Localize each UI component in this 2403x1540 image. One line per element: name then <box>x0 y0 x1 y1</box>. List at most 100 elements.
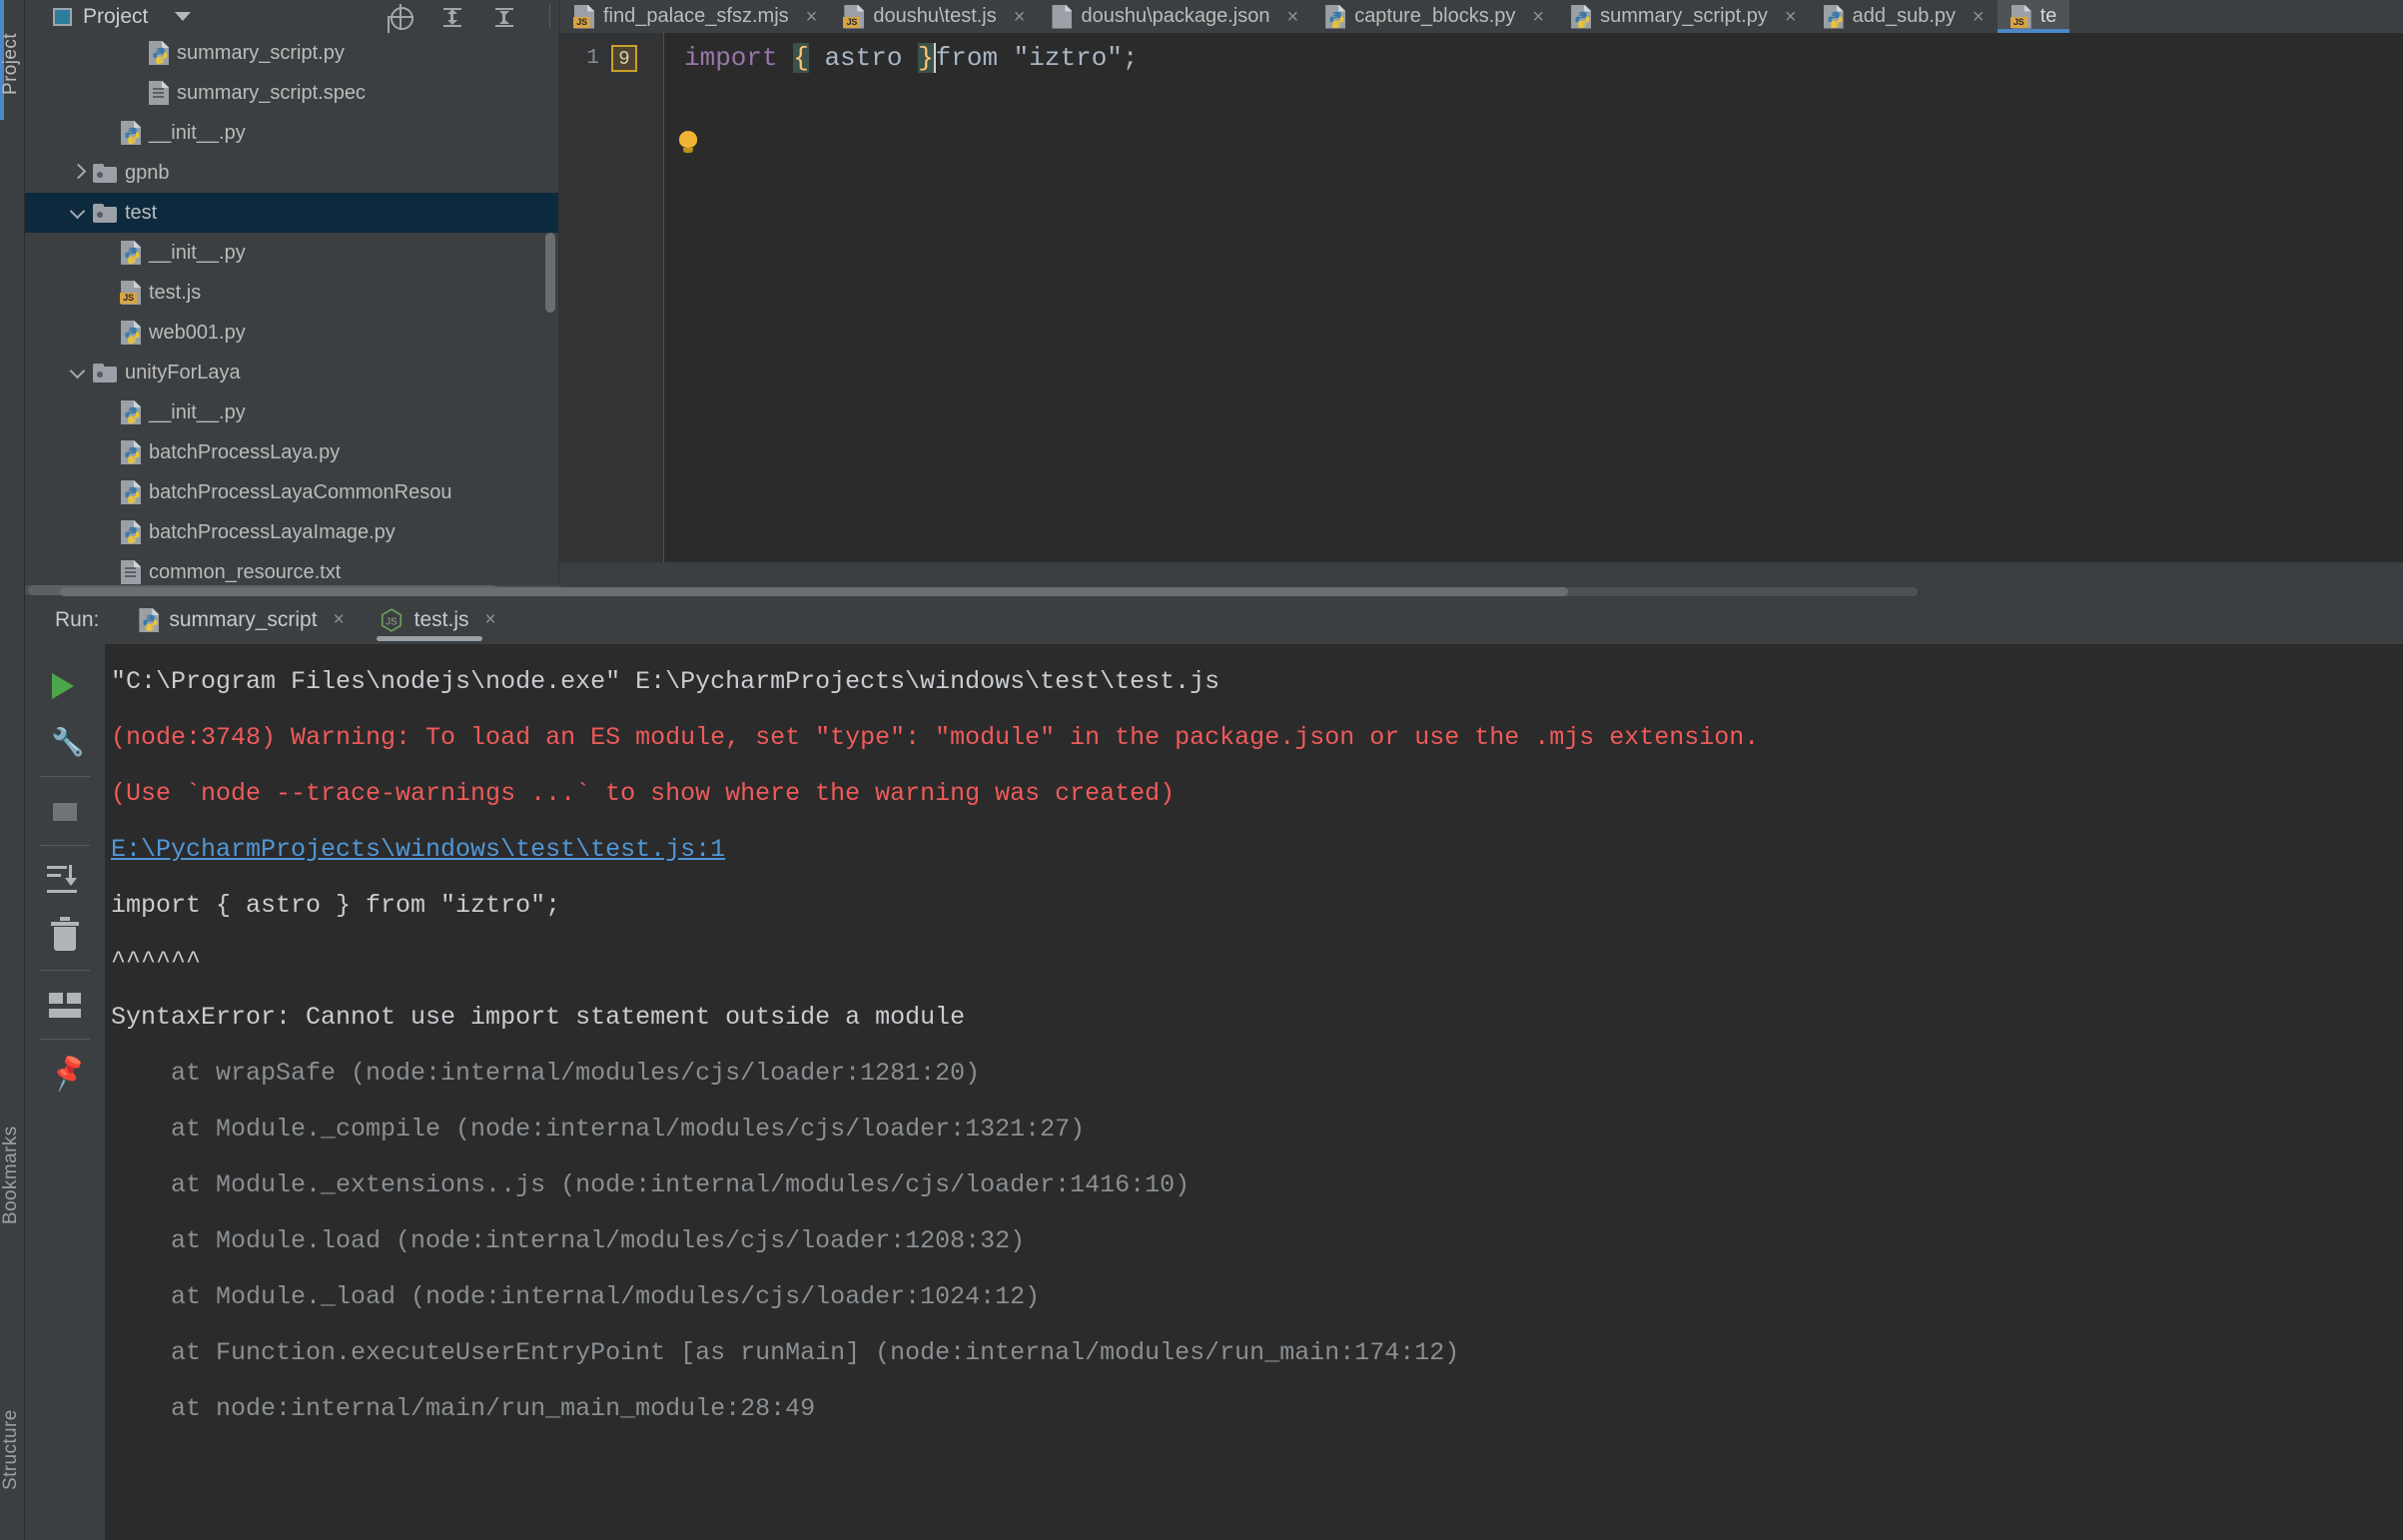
editor-tab-3[interactable]: capture_blocks.py × <box>1311 0 1557 33</box>
wrench-icon[interactable]: 🔧 <box>39 714 91 770</box>
chevron-down-icon[interactable] <box>67 362 89 384</box>
editor-tab-label: doushu\package.json <box>1081 5 1269 28</box>
tree-vertical-scrollbar[interactable] <box>545 233 555 313</box>
python-glyph <box>124 446 141 463</box>
expand-all-icon[interactable] <box>439 4 465 30</box>
close-icon[interactable]: × <box>806 7 818 27</box>
tree-row-label: batchProcessLayaCommonResou <box>149 482 452 502</box>
collapse-all-icon[interactable] <box>491 4 517 30</box>
python-file-icon <box>121 321 141 345</box>
close-icon[interactable]: × <box>485 609 496 631</box>
python-file-icon <box>121 400 141 424</box>
tree-row[interactable]: test <box>25 193 558 233</box>
project-window-icon <box>53 8 72 26</box>
stop-icon[interactable] <box>39 783 91 839</box>
editor-tab-0[interactable]: JS find_palace_sfsz.mjs × <box>560 0 830 33</box>
file-fold-shape <box>162 81 169 88</box>
tree-row[interactable]: __init__.py <box>25 113 558 153</box>
rerun-icon[interactable] <box>39 658 91 714</box>
tree-row-label: __init__.py <box>149 243 246 263</box>
tree-row[interactable]: JStest.js <box>25 273 558 313</box>
tree-row[interactable]: __init__.py <box>25 233 558 273</box>
tree-row[interactable]: __init__.py <box>25 392 558 432</box>
tree-row[interactable]: summary_script.spec <box>25 73 558 113</box>
run-tab-1[interactable]: JStest.js× <box>375 596 500 644</box>
run-tab-label: summary_script <box>169 608 317 632</box>
folder-icon <box>93 164 117 183</box>
console-line: at Module._load (node:internal/modules/c… <box>111 1269 2403 1325</box>
tree-row-label: batchProcessLaya.py <box>149 442 340 462</box>
chevron-down-icon[interactable] <box>67 202 89 224</box>
console-line: ^^^^^^ <box>111 934 2403 990</box>
editor-tab-5[interactable]: add_sub.py × <box>1810 0 1998 33</box>
chevron-right-icon[interactable] <box>67 162 89 184</box>
close-icon[interactable]: × <box>1014 7 1026 27</box>
tree-row[interactable]: summary_script.py <box>25 33 558 73</box>
close-icon[interactable]: × <box>1287 7 1299 27</box>
tree-row[interactable]: batchProcessLaya.py <box>25 432 558 472</box>
js-badge: JS <box>573 17 590 28</box>
editor-tab-2[interactable]: {} doushu\package.json × <box>1038 0 1311 33</box>
editor-tab-label: te <box>2040 5 2057 28</box>
lightbulb-icon[interactable] <box>677 131 699 153</box>
editor-tab-label: capture_blocks.py <box>1354 5 1515 28</box>
code-identifier-astro: astro <box>809 43 918 73</box>
text-lines-glyph <box>153 88 164 100</box>
python-file-icon <box>121 241 141 265</box>
gutter-badge[interactable]: 9 <box>611 45 637 72</box>
python-glyph <box>124 406 141 423</box>
locate-target-icon[interactable] <box>388 4 413 30</box>
close-icon[interactable]: × <box>1785 7 1797 27</box>
console-output[interactable]: "C:\Program Files\nodejs\node.exe" E:\Py… <box>105 644 2403 1540</box>
ide-window: Project Bookmarks Structure Project JS fi… <box>0 0 2403 1540</box>
tree-indent-spacer <box>123 42 145 64</box>
code-rest: from "iztro"; <box>936 43 1139 73</box>
python-file-icon <box>121 480 141 504</box>
close-icon[interactable]: × <box>334 609 345 631</box>
run-label: Run: <box>55 608 99 632</box>
python-file-icon <box>1325 5 1345 29</box>
close-icon[interactable]: × <box>1532 7 1544 27</box>
tree-row[interactable]: batchProcessLayaCommonResou <box>25 472 558 512</box>
python-glyph <box>124 486 141 503</box>
code-editor[interactable]: 1 9 import { astro } from "iztro"; <box>559 33 2403 562</box>
tree-indent-spacer <box>95 282 117 304</box>
soft-wrap-icon[interactable] <box>39 977 91 1033</box>
python-glyph <box>124 327 141 344</box>
chevron-down-icon[interactable] <box>175 12 191 21</box>
rail-label-structure[interactable]: Structure <box>0 1370 25 1530</box>
tree-indent-spacer <box>123 82 145 104</box>
code-space-1 <box>778 43 794 73</box>
tree-row-label: __init__.py <box>149 402 246 422</box>
tree-row[interactable]: gpnb <box>25 153 558 193</box>
tree-row-label: summary_script.spec <box>177 83 366 103</box>
tree-row[interactable]: unityForLaya <box>25 353 558 392</box>
python-glyph <box>142 614 159 631</box>
tree-row-label: web001.py <box>149 323 246 343</box>
scroll-to-end-icon[interactable] <box>39 852 91 908</box>
project-header[interactable]: Project <box>25 0 360 33</box>
editor-tab-6[interactable]: JS te <box>1998 0 2070 33</box>
editor-tab-1[interactable]: JSdoushu\test.js× <box>830 0 1038 33</box>
editor-tab-label: add_sub.py <box>1853 5 1956 28</box>
pin-icon[interactable]: 📌 <box>39 1046 91 1102</box>
editor-tab-label: find_palace_sfsz.mjs <box>603 5 789 28</box>
tree-row[interactable]: batchProcessLayaImage.py <box>25 512 558 552</box>
js-file-icon: JS <box>2011 5 2031 29</box>
editor-tab-label: doushu\test.js <box>873 5 996 28</box>
rail-label-bookmarks[interactable]: Bookmarks <box>0 1091 25 1260</box>
code-line-1[interactable]: import { astro } from "iztro"; <box>684 33 1139 83</box>
json-file-icon: {} <box>1052 5 1072 29</box>
editor-tab-4[interactable]: summary_script.py× <box>1557 0 1810 33</box>
tree-row[interactable]: web001.py <box>25 313 558 353</box>
console-link-line[interactable]: E:\PycharmProjects\windows\test\test.js:… <box>111 822 2403 878</box>
run-tab-0[interactable]: summary_script × <box>135 596 348 644</box>
folder-icon <box>93 364 117 383</box>
editor-horizontal-scrollbar[interactable] <box>60 587 1568 596</box>
console-line: at wrapSafe (node:internal/modules/cjs/l… <box>111 1046 2403 1102</box>
close-icon[interactable]: × <box>1973 7 1985 27</box>
trash-icon[interactable] <box>39 908 91 964</box>
python-file-icon <box>149 41 169 65</box>
text-file-icon <box>149 81 169 105</box>
rail-label-project[interactable]: Project <box>0 4 25 124</box>
